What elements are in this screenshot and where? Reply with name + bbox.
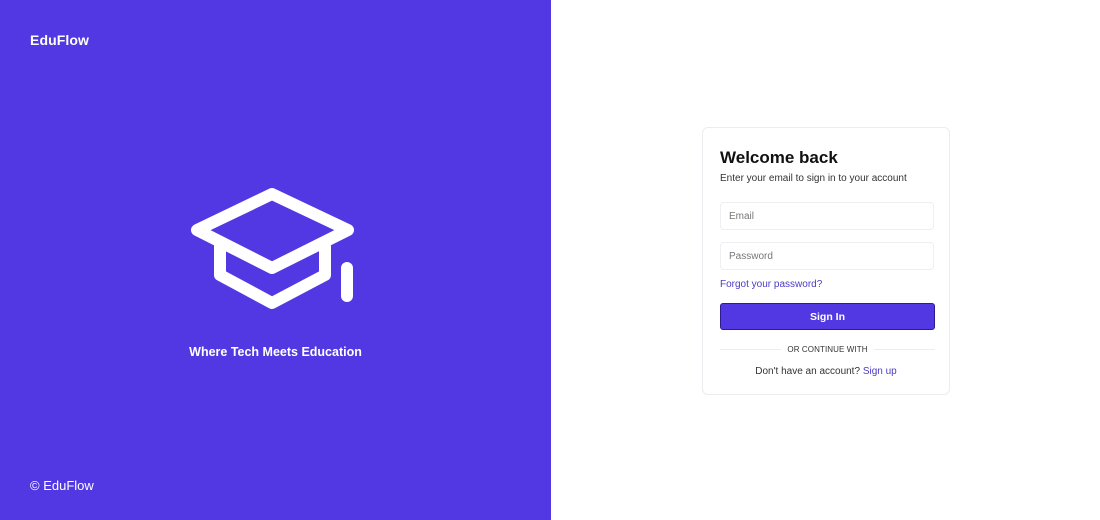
divider-label: OR CONTINUE WITH	[787, 344, 868, 354]
sign-up-link[interactable]: Sign up	[863, 366, 897, 377]
form-panel: Welcome back Enter your email to sign in…	[551, 0, 1100, 520]
login-page: EduFlow Where Tech Meets Education © Edu…	[0, 0, 1100, 520]
brand-logo[interactable]: EduFlow	[30, 32, 89, 48]
login-card: Welcome back Enter your email to sign in…	[702, 127, 950, 395]
copyright-text: © EduFlow	[30, 478, 94, 493]
login-title: Welcome back	[720, 148, 838, 167]
brand-panel: EduFlow Where Tech Meets Education © Edu…	[0, 0, 551, 520]
password-field[interactable]	[720, 242, 934, 270]
divider-line-left	[720, 348, 782, 350]
tagline-text: Where Tech Meets Education	[189, 345, 362, 359]
email-field[interactable]	[720, 202, 934, 230]
continue-with-divider: OR CONTINUE WITH	[720, 343, 936, 355]
no-account-text: Don't have an account?	[755, 366, 861, 377]
forgot-password-link[interactable]: Forgot your password?	[720, 279, 822, 290]
signup-prompt: Don't have an account? Sign up	[703, 366, 949, 377]
brand-tagline: Where Tech Meets Education	[0, 345, 551, 359]
divider-line-right	[873, 348, 936, 350]
login-subtitle: Enter your email to sign in to your acco…	[720, 173, 907, 184]
sign-in-button[interactable]: Sign In	[720, 303, 935, 330]
graduation-cap-icon	[187, 185, 359, 317]
